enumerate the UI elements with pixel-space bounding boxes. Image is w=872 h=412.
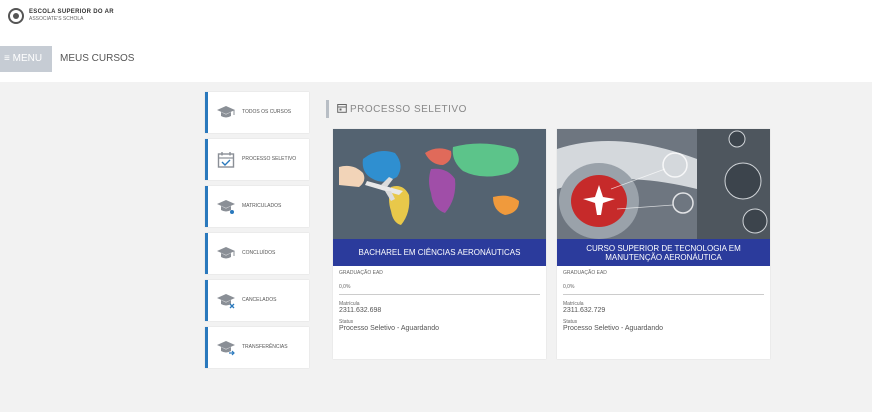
logo-emblem-icon — [8, 8, 24, 24]
sidebar-item-enrolled[interactable]: MATRICULADOS — [205, 186, 309, 227]
course-image-aircraft-engine — [557, 129, 770, 239]
progress-bar — [339, 294, 540, 295]
graduation-cap-icon — [216, 197, 236, 217]
course-title-banner: BACHAREL EM CIÊNCIAS AERONÁUTICAS — [333, 239, 546, 266]
logo-line-1: ESCOLA SUPERIOR DO AR — [29, 9, 114, 15]
course-card-body: GRADUAÇÃO EAD 0,0% Matrícula 2311.632.69… — [339, 270, 540, 337]
progress-bar — [563, 294, 764, 295]
course-type: GRADUAÇÃO EAD — [563, 270, 607, 276]
sidebar-item-selection-process[interactable]: PROCESSO SELETIVO — [205, 139, 309, 180]
section-title: PROCESSO SELETIVO — [350, 103, 467, 115]
section-header: PROCESSO SELETIVO — [326, 99, 467, 119]
my-courses-link[interactable]: MEUS CURSOS — [60, 46, 134, 72]
sidebar-item-completed[interactable]: CONCLUÍDOS — [205, 233, 309, 274]
graduation-cap-icon — [216, 244, 236, 264]
sidebar-item-label: MATRICULADOS — [242, 203, 282, 209]
sidebar-item-cancelled[interactable]: CANCELADOS — [205, 280, 309, 321]
graduation-cap-icon — [216, 338, 236, 358]
calendar-icon — [337, 100, 347, 118]
enrollment-number: 2311.632.729 — [563, 307, 606, 314]
navigation-bar: ≡ MENU MEUS CURSOS — [0, 46, 872, 72]
course-title-banner: CURSO SUPERIOR DE TECNOLOGIA EM MANUTENÇ… — [557, 239, 770, 266]
enrollment-number: 2311.632.698 — [339, 307, 382, 314]
course-card[interactable]: CURSO SUPERIOR DE TECNOLOGIA EM MANUTENÇ… — [557, 129, 770, 359]
sidebar-item-label: PROCESSO SELETIVO — [242, 156, 297, 162]
sidebar-item-all-courses[interactable]: TODOS OS CURSOS — [205, 92, 309, 133]
progress-percent: 0,0% — [339, 284, 351, 290]
graduation-cap-icon — [216, 103, 236, 123]
top-header: ESCOLA SUPERIOR DO AR ASSOCIATE'S SCHOLA — [0, 0, 872, 40]
sidebar-item-label: TODOS OS CURSOS — [242, 109, 292, 115]
course-card-body: GRADUAÇÃO EAD 0,0% Matrícula 2311.632.72… — [563, 270, 764, 337]
status-value: Processo Seletivo - Aguardando — [563, 325, 664, 332]
menu-button[interactable]: ≡ MENU — [0, 46, 52, 72]
logo-line-2: ASSOCIATE'S SCHOLA — [29, 16, 84, 22]
course-filter-sidebar: TODOS OS CURSOS PROCESSO SELETIVO MATRIC… — [205, 92, 309, 374]
course-image-world-map — [333, 129, 546, 239]
course-type: GRADUAÇÃO EAD — [339, 270, 383, 276]
progress-percent: 0,0% — [563, 284, 575, 290]
sidebar-item-transfers[interactable]: TRANSFERÊNCIAS — [205, 327, 309, 368]
logo-text: ESCOLA SUPERIOR DO AR ASSOCIATE'S SCHOLA — [29, 9, 114, 23]
calendar-icon — [216, 150, 236, 170]
school-logo[interactable]: ESCOLA SUPERIOR DO AR ASSOCIATE'S SCHOLA — [8, 8, 114, 24]
course-card[interactable]: BACHAREL EM CIÊNCIAS AERONÁUTICAS GRADUA… — [333, 129, 546, 359]
sidebar-item-label: CONCLUÍDOS — [242, 250, 276, 256]
status-value: Processo Seletivo - Aguardando — [339, 325, 440, 332]
section-accent-bar — [326, 100, 329, 118]
sidebar-item-label: CANCELADOS — [242, 297, 277, 303]
sidebar-item-label: TRANSFERÊNCIAS — [242, 344, 288, 350]
graduation-cap-icon — [216, 291, 236, 311]
